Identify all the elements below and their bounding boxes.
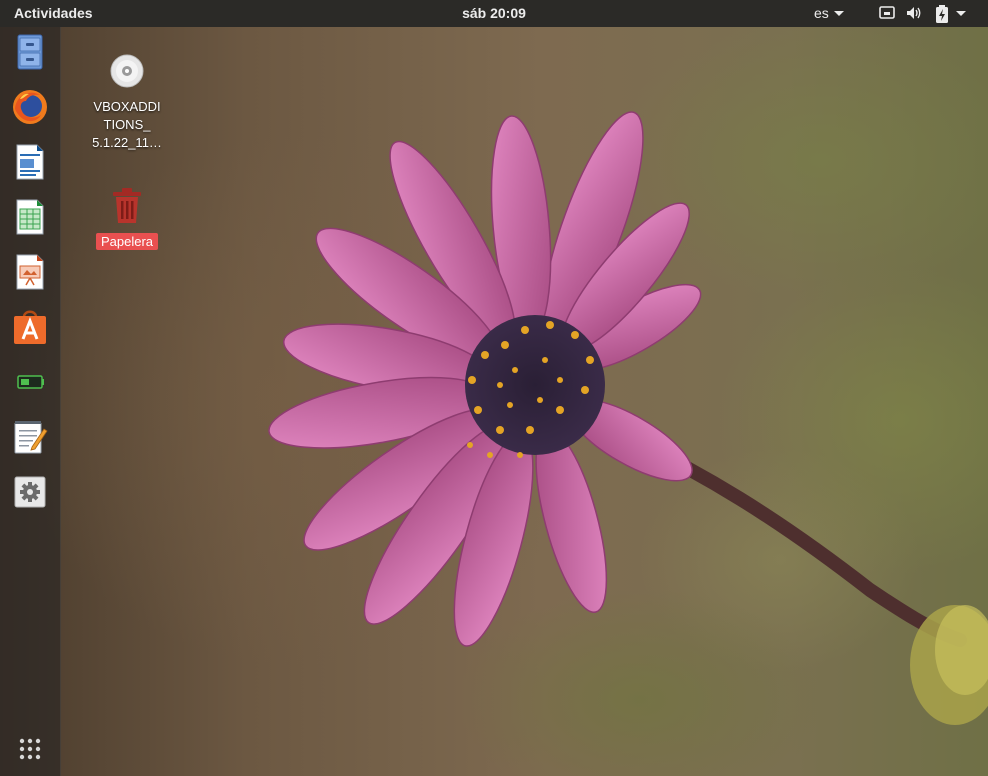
cd-disc-icon bbox=[110, 54, 144, 88]
desktop-icon-label: Papelera bbox=[95, 233, 159, 250]
shopping-bag-icon bbox=[14, 310, 46, 344]
notepad-pencil-icon bbox=[14, 421, 48, 454]
language-label: es bbox=[814, 5, 829, 21]
grid-dots-icon bbox=[19, 738, 41, 760]
activities-button[interactable]: Actividades bbox=[14, 5, 93, 21]
battery-terminal-icon bbox=[17, 375, 44, 389]
desktop-icon-label: VBOXADDI bbox=[93, 99, 161, 114]
system-menu-arrow-icon bbox=[956, 11, 966, 16]
battery-icon bbox=[936, 5, 948, 23]
desktop-icon-trash[interactable]: Papelera bbox=[82, 186, 172, 251]
file-cabinet-icon bbox=[17, 34, 43, 70]
network-icon bbox=[879, 6, 895, 19]
language-indicator[interactable]: es bbox=[814, 5, 844, 21]
top-bar: Actividades sáb 20:09 es bbox=[0, 0, 988, 27]
firefox-icon bbox=[13, 90, 47, 124]
dock-item-firefox[interactable] bbox=[10, 87, 50, 127]
clock-button[interactable]: sáb 20:09 bbox=[462, 5, 526, 21]
dock-item-impress[interactable] bbox=[10, 252, 50, 292]
dock bbox=[0, 27, 61, 776]
desktop-screen: Actividades sáb 20:09 es VBOXADDI TIONS_… bbox=[0, 0, 988, 776]
show-applications-button[interactable] bbox=[10, 729, 50, 769]
dock-item-software[interactable] bbox=[10, 307, 50, 347]
gear-icon bbox=[14, 476, 46, 508]
trash-icon bbox=[113, 188, 141, 223]
volume-icon bbox=[907, 7, 921, 19]
dock-item-calc[interactable] bbox=[10, 197, 50, 237]
dock-item-settings[interactable] bbox=[10, 472, 50, 512]
desktop-icon-label: TIONS_ bbox=[103, 117, 151, 132]
dock-item-writer[interactable] bbox=[10, 142, 50, 182]
writer-document-icon bbox=[16, 144, 44, 180]
language-arrow-icon bbox=[833, 10, 844, 16]
dock-item-text-editor[interactable] bbox=[10, 417, 50, 457]
impress-presentation-icon bbox=[16, 254, 44, 290]
desktop-icon-vboxadditions[interactable]: VBOXADDI TIONS_ 5.1.22_11… bbox=[82, 52, 172, 152]
calc-spreadsheet-icon bbox=[16, 199, 44, 235]
dock-item-files[interactable] bbox=[10, 32, 50, 72]
desktop-icon-label: 5.1.22_11… bbox=[92, 135, 162, 150]
dock-item-virtualbox[interactable] bbox=[10, 362, 50, 402]
